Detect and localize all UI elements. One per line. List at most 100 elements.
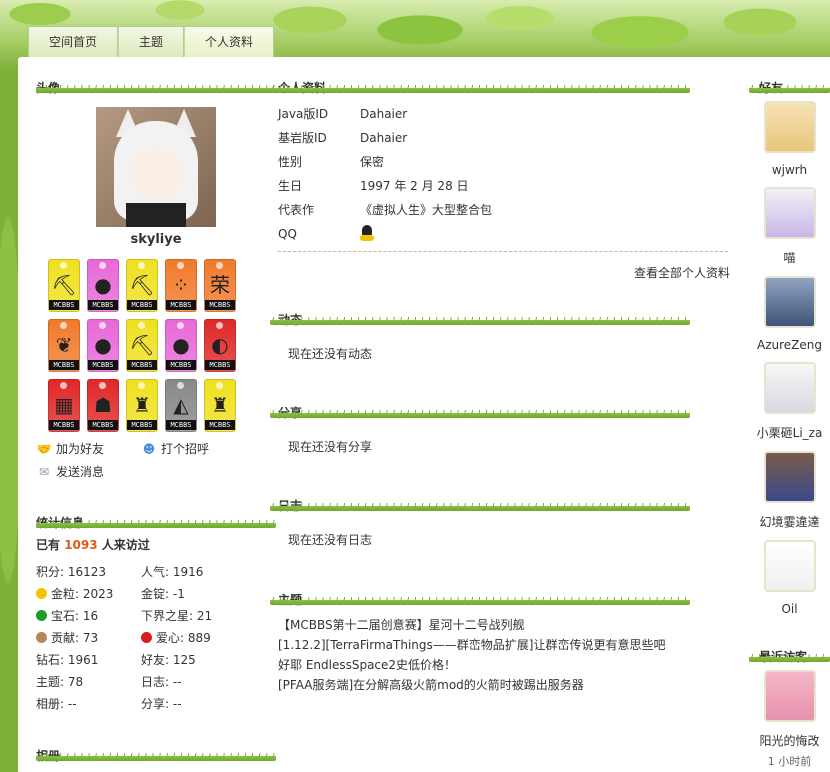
stat-label: 金锭: -1 (141, 586, 185, 601)
medal-badge[interactable]: ☗ MCBBS (87, 379, 119, 432)
avatar-box: skyliye (36, 107, 276, 247)
grass-divider (270, 597, 690, 605)
medal-tag: MCBBS (88, 360, 118, 370)
medal-tag: MCBBS (88, 300, 118, 310)
qq-penguin-icon[interactable] (360, 225, 374, 241)
tab-space-home[interactable]: 空间首页 (28, 26, 119, 57)
friend-list: wjwrh 喵 AzureZeng 小栗砸Li_za 幻境霎違達 Oil (749, 101, 830, 616)
greet-button[interactable]: ☻ 打个招呼 (141, 440, 251, 457)
grass-divider (749, 85, 830, 93)
profile-fields: Java版ID Dahaier 基岩版ID Dahaier 性别 保密 生日 1… (270, 105, 730, 249)
friend-name[interactable]: 喵 (749, 249, 830, 266)
left-column: 头像 skyliye ⛏ MCBBS ● MCBBS ⛏ MCBBS ⁘ MCBBS 荣 MCBB… (36, 57, 276, 763)
medal-badge[interactable]: ◭ MCBBS (165, 379, 197, 432)
medal-badge[interactable]: ▦ MCBBS (48, 379, 80, 432)
avatar[interactable] (96, 107, 216, 227)
medal-badge[interactable]: ● MCBBS (165, 319, 197, 372)
field-label: QQ (278, 227, 297, 241)
field-value: 《虚拟人生》大型整合包 (360, 203, 493, 217)
friend-name[interactable]: AzureZeng (749, 338, 830, 352)
field-label: 基岩版ID (278, 131, 327, 145)
medal-tag: MCBBS (127, 360, 157, 370)
visitor-time: 1 小时前 (767, 755, 812, 768)
medal-badge[interactable]: ❦ MCBBS (48, 319, 80, 372)
medal-badge[interactable]: 荣 MCBBS (204, 259, 236, 312)
tab-threads[interactable]: 主题 (118, 26, 185, 57)
medal-badge[interactable]: ♜ MCBBS (126, 379, 158, 432)
medal-badge[interactable]: ⛏ MCBBS (48, 259, 80, 312)
medal-badge[interactable]: ● MCBBS (87, 259, 119, 312)
thread-list: 【MCBBS第十二届创意赛】星河十二号战列舰 [1.12.2][TerraFir… (270, 615, 730, 695)
friend-name[interactable]: 小栗砸Li_za (749, 424, 830, 441)
medal-badge[interactable]: ♜ MCBBS (204, 379, 236, 432)
medal-tag: MCBBS (88, 420, 118, 430)
medal-icon: 荣 (210, 273, 230, 297)
stat-item: 人气: 1916 (141, 563, 251, 579)
medal-tag: MCBBS (205, 420, 235, 430)
stat-label: 宝石: 16 (51, 608, 99, 623)
friend-name[interactable]: Oil (749, 602, 830, 616)
field-label: 代表作 (278, 203, 315, 217)
stat-label: 金粒: 2023 (51, 586, 114, 601)
add-friend-label: 加为好友 (56, 442, 105, 456)
friend-avatar[interactable] (763, 451, 816, 503)
thread-link[interactable]: [1.12.2][TerraFirmaThings——群峦物品扩展]让群峦传说更… (278, 635, 730, 655)
medal-badge[interactable]: ⁘ MCBBS (165, 259, 197, 312)
stat-item: 积分: 16123 (36, 563, 141, 579)
friend-item[interactable]: 幻境霎違達 (749, 451, 830, 530)
visitor-name[interactable]: 阳光的悔改 (749, 732, 830, 749)
tab-profile[interactable]: 个人资料 (184, 26, 275, 57)
medal-badge[interactable]: ● MCBBS (87, 319, 119, 372)
friend-avatar[interactable] (763, 362, 816, 414)
profile-row: Java版ID Dahaier (270, 105, 730, 129)
visitors-section-title: 最近访客 (749, 626, 830, 664)
friend-name[interactable]: wjwrh (749, 163, 830, 177)
medal-badge[interactable]: ⛏ MCBBS (126, 259, 158, 312)
add-friend-button[interactable]: 🤝 加为好友 (36, 440, 141, 457)
friend-name[interactable]: 幻境霎違達 (749, 513, 830, 530)
friend-avatar[interactable] (763, 540, 816, 592)
stat-label: 相册: -- (36, 696, 77, 711)
friend-avatar[interactable] (763, 101, 816, 153)
stat-item: 爱心: 889 (141, 629, 251, 645)
envelope-icon: ✉ (38, 464, 50, 479)
thread-link[interactable]: 【MCBBS第十二届创意赛】星河十二号战列舰 (278, 615, 730, 635)
share-section-title: 分享 (270, 382, 730, 420)
medal-badge[interactable]: ◐ MCBBS (204, 319, 236, 372)
friend-avatar[interactable] (763, 187, 816, 239)
grass-divider (36, 520, 276, 528)
send-message-button[interactable]: ✉ 发送消息 (36, 463, 141, 480)
stat-item: 分享: -- (141, 695, 251, 711)
username[interactable]: skyliye (36, 232, 276, 247)
thread-link[interactable]: 好耶 EndlessSpace2史低价格！ (278, 655, 730, 675)
medal-tag: MCBBS (205, 360, 235, 370)
medal-tag: MCBBS (166, 360, 196, 370)
stats-section-title: 统计信息 (36, 492, 276, 530)
top-nav: 空间首页 主题 个人资料 (28, 26, 275, 57)
friend-item[interactable]: Oil (749, 540, 830, 616)
feed-section-title: 动态 (270, 289, 730, 327)
thread-link[interactable]: [PFAA服务端]在分解高级火箭mod的火箭时被踢出服务器 (278, 675, 730, 695)
medal-tag: MCBBS (49, 420, 79, 430)
field-label: Java版ID (278, 107, 329, 121)
stat-item: 宝石: 16 (36, 607, 141, 623)
visitor-avatar[interactable] (763, 670, 816, 722)
apple-icon (141, 631, 152, 643)
friend-item[interactable]: wjwrh (749, 101, 830, 177)
blog-section-title: 日志 (270, 475, 730, 513)
friend-item[interactable]: AzureZeng (749, 276, 830, 352)
friend-item[interactable]: 小栗砸Li_za (749, 362, 830, 441)
medal-badge[interactable]: ⛏ MCBBS (126, 319, 158, 372)
field-label: 性别 (278, 155, 303, 169)
visitor-item[interactable]: 阳光的悔改 1 小时前 (749, 670, 830, 769)
medal-icon: ♜ (133, 393, 151, 417)
stat-label: 钻石: 1961 (36, 652, 99, 667)
feed-empty-text: 现在还没有动态 (288, 347, 373, 361)
medal-tag: MCBBS (205, 300, 235, 310)
stat-label: 积分: 16123 (36, 564, 107, 579)
friend-item[interactable]: 喵 (749, 187, 830, 266)
grass-divider (36, 753, 276, 761)
friend-avatar[interactable] (763, 276, 816, 328)
medal-icon: ☗ (94, 393, 112, 417)
view-all-profile-link[interactable]: 查看全部个人资料 (270, 264, 730, 281)
